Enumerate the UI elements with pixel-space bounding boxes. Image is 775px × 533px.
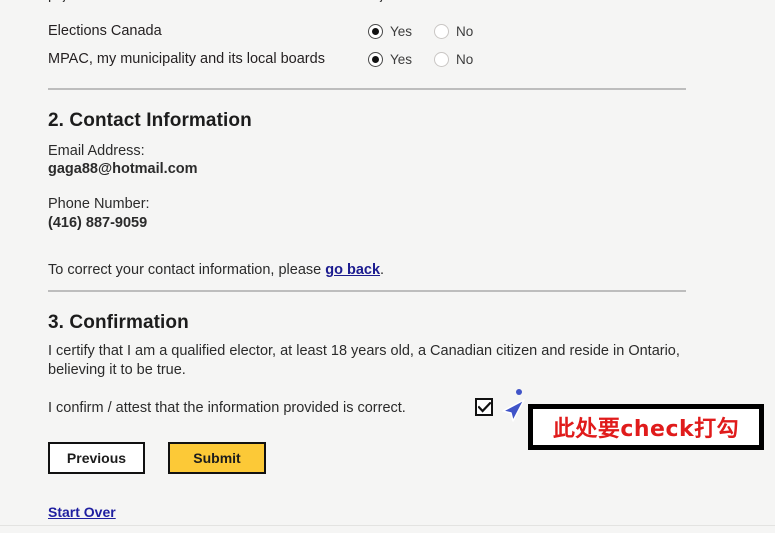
cut-off-left-fragment: pry — [48, 0, 68, 2]
consent-row-elections-canada: Elections Canada Yes No — [48, 19, 688, 43]
checkmark-icon — [477, 401, 491, 413]
correction-note-prefix: To correct your contact information, ple… — [48, 262, 326, 278]
confirm-attest-checkbox[interactable] — [475, 398, 493, 416]
phone-number-label: Phone Number: — [48, 196, 150, 212]
radio-mpac-yes[interactable] — [368, 51, 383, 67]
contact-information-heading: 2. Contact Information — [48, 110, 252, 131]
annotation-callout-box: 此处要check打勾 — [528, 404, 764, 450]
radio-elections-canada-no[interactable] — [434, 23, 450, 39]
annotation-callout-text: 此处要check打勾 — [552, 417, 740, 442]
go-back-link[interactable]: go back — [325, 262, 380, 278]
radio-label-mpac-yes: Yes — [390, 51, 413, 67]
annotation-cursor-dot — [516, 389, 522, 395]
radio-label-elections-canada-yes: Yes — [390, 23, 413, 39]
page-bottom-rule — [0, 525, 775, 526]
email-address-value: gaga88@hotmail.com — [48, 161, 198, 177]
correction-note: To correct your contact information, ple… — [48, 261, 384, 280]
radio-mpac-no[interactable] — [434, 51, 450, 67]
phone-number-value: (416) 887-9059 — [48, 215, 148, 231]
voter-registration-form-page: pry y Elections Canada Yes No MPAC, my m… — [0, 0, 775, 533]
consent-options-mpac: Yes No — [368, 51, 495, 67]
consent-options-elections-canada: Yes No — [368, 23, 495, 39]
confirm-attest-label: I confirm / attest that the information … — [48, 400, 406, 416]
annotation-cursor-arrow-icon — [502, 399, 525, 422]
consent-row-mpac: MPAC, my municipality and its local boar… — [48, 47, 688, 71]
consent-label-mpac: MPAC, my municipality and its local boar… — [48, 51, 325, 67]
confirm-attest-row: I confirm / attest that the information … — [48, 396, 518, 420]
section-divider-1 — [48, 88, 686, 90]
cut-off-right-fragment: y — [378, 0, 385, 2]
radio-label-mpac-no: No — [456, 51, 474, 67]
email-address-label: Email Address: — [48, 143, 145, 159]
radio-option-mpac-yes[interactable]: Yes — [368, 51, 413, 67]
cut-off-top-text: pry y — [48, 0, 688, 2]
radio-elections-canada-yes[interactable] — [368, 23, 383, 39]
submit-button[interactable]: Submit — [168, 442, 266, 474]
start-over-link[interactable]: Start Over — [48, 504, 116, 520]
radio-option-elections-canada-yes[interactable]: Yes — [368, 23, 413, 39]
confirmation-heading: 3. Confirmation — [48, 312, 189, 333]
correction-note-suffix: . — [380, 262, 385, 278]
radio-label-elections-canada-no: No — [456, 23, 474, 39]
certify-statement: I certify that I am a qualified elector,… — [48, 343, 680, 378]
consent-label-elections-canada: Elections Canada — [48, 23, 162, 39]
radio-option-elections-canada-no[interactable]: No — [434, 23, 474, 39]
section-divider-2 — [48, 290, 686, 292]
previous-button[interactable]: Previous — [48, 442, 145, 474]
radio-option-mpac-no[interactable]: No — [434, 51, 474, 67]
